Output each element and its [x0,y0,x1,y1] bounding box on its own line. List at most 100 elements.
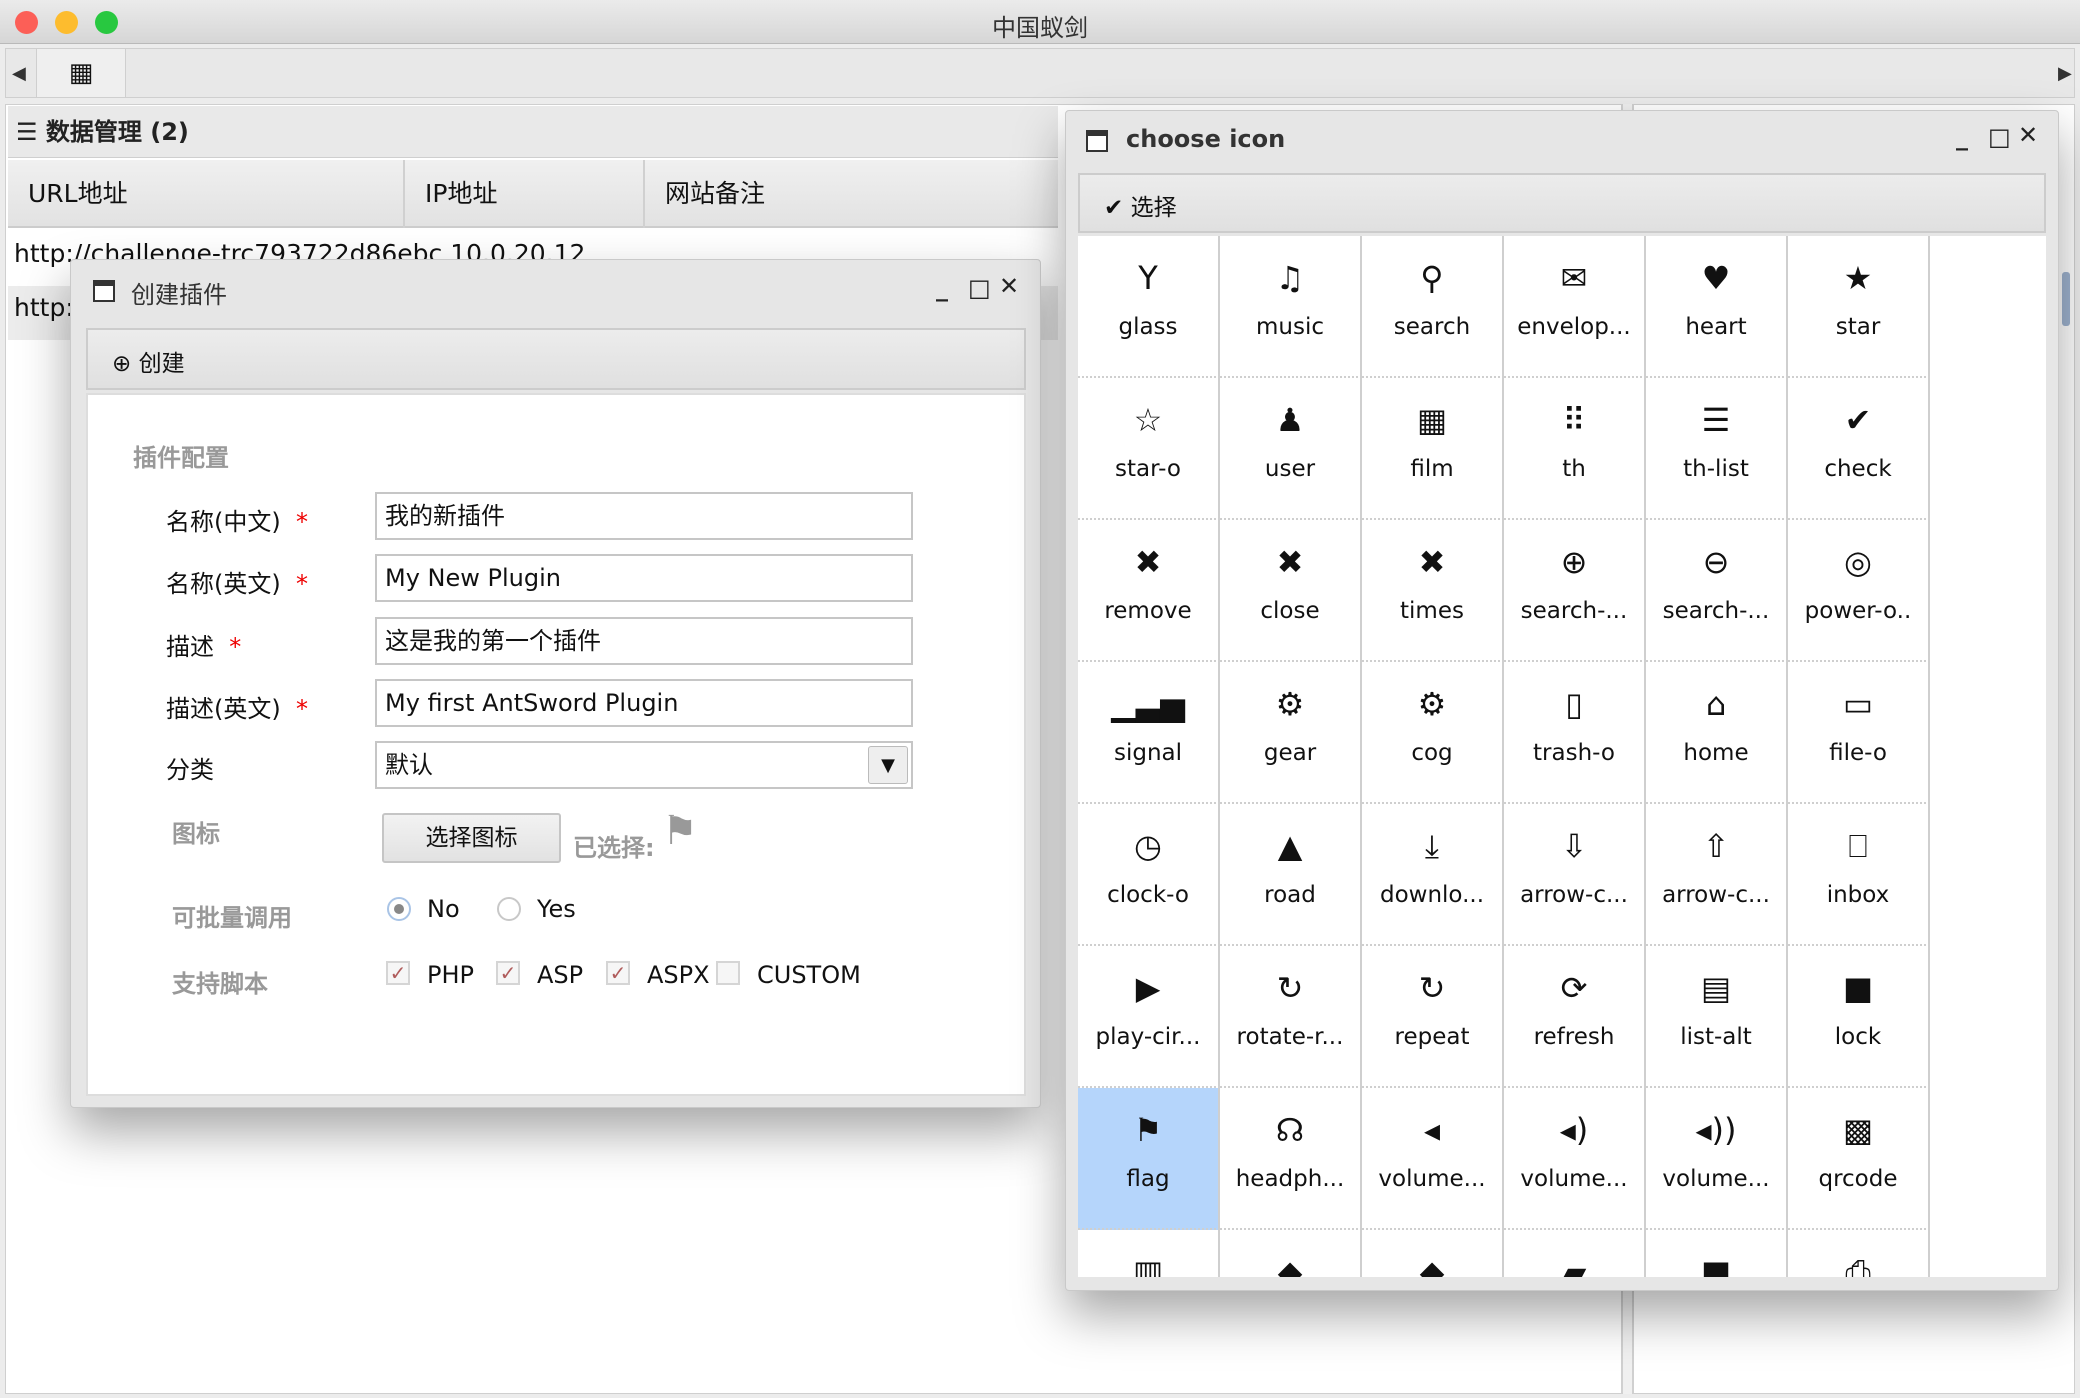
chevron-down-icon[interactable]: ▼ [868,746,908,784]
icon-cell-qrcode[interactable]: ▩ qrcode [1788,1088,1930,1230]
icon-cell-repeat[interactable]: ↻ repeat [1362,946,1504,1088]
icon-cell-check[interactable]: ✔ check [1788,378,1930,520]
icon-cell-barcode[interactable]: ▥ [1078,1230,1220,1277]
radio-no[interactable] [387,897,411,921]
icon-cell-search-minus[interactable]: ⊖ search-... [1646,520,1788,662]
icon-cell-close[interactable]: ✖ close [1220,520,1362,662]
icon-cell-bookmark[interactable]: ■ [1646,1230,1788,1277]
row-url: http: [14,293,74,322]
icon-cell-arrow-circle-o-up[interactable]: ⇧ arrow-c... [1646,804,1788,946]
radio-no-label[interactable]: No [427,895,460,923]
icon-cell-gear[interactable]: ⚙ gear [1220,662,1362,804]
icon-cell-star-o[interactable]: ☆ star-o [1078,378,1220,520]
desc-cn-value: 这是我的第一个插件 [385,627,601,655]
search-icon: ⚲ [1420,259,1444,297]
icon-cell-film[interactable]: ▦ film [1362,378,1504,520]
create-button[interactable]: ⊕ 创建 [112,344,185,378]
icon-cell-book[interactable]: ▰ [1504,1230,1646,1277]
icon-cell-power-off[interactable]: ◎ power-o.. [1788,520,1930,662]
maximize-icon[interactable]: □ [968,274,991,302]
minimize-icon[interactable]: _ [1956,123,1968,151]
close-icon[interactable]: ✕ [999,272,1019,300]
icon-cell-music[interactable]: ♫ music [1220,236,1362,378]
field-label-desc-en: 描述(英文) * [166,689,308,724]
icon-cell-flag[interactable]: ⚑ flag [1078,1088,1220,1230]
checkbox-asp[interactable]: ✓ [496,961,520,985]
icon-cell-print[interactable]: ⎙ [1788,1230,1930,1277]
radio-yes-label[interactable]: Yes [537,895,576,923]
desc-en-input[interactable]: My first AntSword Plugin [375,679,913,727]
icon-cell-tag[interactable]: ◆ [1220,1230,1362,1277]
checkbox-php[interactable]: ✓ [386,961,410,985]
icon-cell-trash-o[interactable]: ▯ trash-o [1504,662,1646,804]
field-label-text: 描述 [166,633,214,661]
icon-cell-clock-o[interactable]: ◷ clock-o [1078,804,1220,946]
icon-cell-lock[interactable]: ■ lock [1788,946,1930,1088]
icon-cell-tags[interactable]: ◆ [1362,1230,1504,1277]
name-cn-input[interactable]: 我的新插件 [375,492,913,540]
maximize-icon[interactable]: □ [1988,123,2011,151]
icon-cell-arrow-circle-o-down[interactable]: ⇩ arrow-c... [1504,804,1646,946]
name-en-input[interactable]: My New Plugin [375,554,913,602]
field-label-name-en: 名称(英文) * [166,564,308,599]
print-icon: ⎙ [1845,1253,1871,1277]
icon-cell-inbox[interactable]: ⎕ inbox [1788,804,1930,946]
icon-cell-signal[interactable]: ▁▃▅ signal [1078,662,1220,804]
icon-cell-headphones[interactable]: ☊ headph... [1220,1088,1362,1230]
icon-cell-list-alt[interactable]: ▤ list-alt [1646,946,1788,1088]
checkbox-aspx[interactable]: ✓ [606,961,630,985]
icon-cell-rotate-right[interactable]: ↻ rotate-r... [1220,946,1362,1088]
tab-scroll-left-icon[interactable]: ◀ [12,63,26,84]
icon-cell-heart[interactable]: ♥ heart [1646,236,1788,378]
icon-cell-remove[interactable]: ✖ remove [1078,520,1220,662]
icon-cell-search[interactable]: ⚲ search [1362,236,1504,378]
icon-cell-road[interactable]: ▲ road [1220,804,1362,946]
tab-bar: ◀ ▦ ▶ [5,48,2075,98]
column-header-note[interactable]: 网站备注 [645,160,1058,228]
close-icon[interactable]: ✕ [2018,121,2038,149]
icon-cell-search-plus[interactable]: ⊕ search-... [1504,520,1646,662]
icon-cell-home[interactable]: ⌂ home [1646,662,1788,804]
checkbox-custom-label[interactable]: CUSTOM [757,961,861,989]
app-title: 中国蚁剑 [992,14,1088,42]
desc-cn-input[interactable]: 这是我的第一个插件 [375,617,913,665]
icon-cell-play-circle-o[interactable]: ▶ play-cir... [1078,946,1220,1088]
column-header-ip[interactable]: IP地址 [405,160,645,228]
repeat-icon: ↻ [1418,969,1446,1007]
column-header-url[interactable]: URL地址 [8,160,405,228]
icon-label: signal [1113,740,1183,766]
checkbox-asp-label[interactable]: ASP [537,961,583,989]
icon-cell-th-list[interactable]: ☰ th-list [1646,378,1788,520]
icon-label: th-list [1683,456,1749,482]
choose-icon-button[interactable]: 选择图标 [382,813,561,863]
tab-scroll-right-icon[interactable]: ▶ [2058,63,2072,84]
checkbox-aspx-label[interactable]: ASPX [647,961,710,989]
category-select[interactable]: 默认 ▼ [375,741,913,789]
icon-cell-glass[interactable]: Y glass [1078,236,1220,378]
icon-cell-volume-down[interactable]: ◂) volume... [1504,1088,1646,1230]
icon-cell-star[interactable]: ★ star [1788,236,1930,378]
icon-cell-volume-up[interactable]: ◂)) volume... [1646,1088,1788,1230]
icon-cell-cog[interactable]: ⚙ cog [1362,662,1504,804]
minimize-icon[interactable]: _ [936,274,948,302]
scrollbar[interactable] [2062,272,2070,326]
icon-cell-th[interactable]: ⠿ th [1504,378,1646,520]
icon-cell-download[interactable]: ⤓ downlo... [1362,804,1504,946]
icon-cell-times[interactable]: ✖ times [1362,520,1504,662]
radio-yes[interactable] [497,897,521,921]
field-label-name-cn: 名称(中文) * [166,502,308,537]
icon-cell-envelope-o[interactable]: ✉ envelop... [1504,236,1646,378]
checkbox-php-label[interactable]: PHP [427,961,474,989]
icon-label: headph... [1235,1166,1345,1192]
select-button[interactable]: ✔ 选择 [1104,188,1177,222]
icon-cell-file-o[interactable]: ▭ file-o [1788,662,1930,804]
icon-cell-volume-off[interactable]: ◂ volume... [1362,1088,1504,1230]
tab-home[interactable]: ▦ [36,49,126,97]
list-alt-icon: ▤ [1700,969,1732,1007]
arrow-circle-o-up-icon: ⇧ [1702,827,1730,865]
icon-cell-refresh[interactable]: ⟳ refresh [1504,946,1646,1088]
icon-cell-user[interactable]: ♟ user [1220,378,1362,520]
checkbox-custom[interactable] [716,961,740,985]
cog-icon: ⚙ [1417,685,1447,723]
create-label: 创建 [138,351,185,377]
